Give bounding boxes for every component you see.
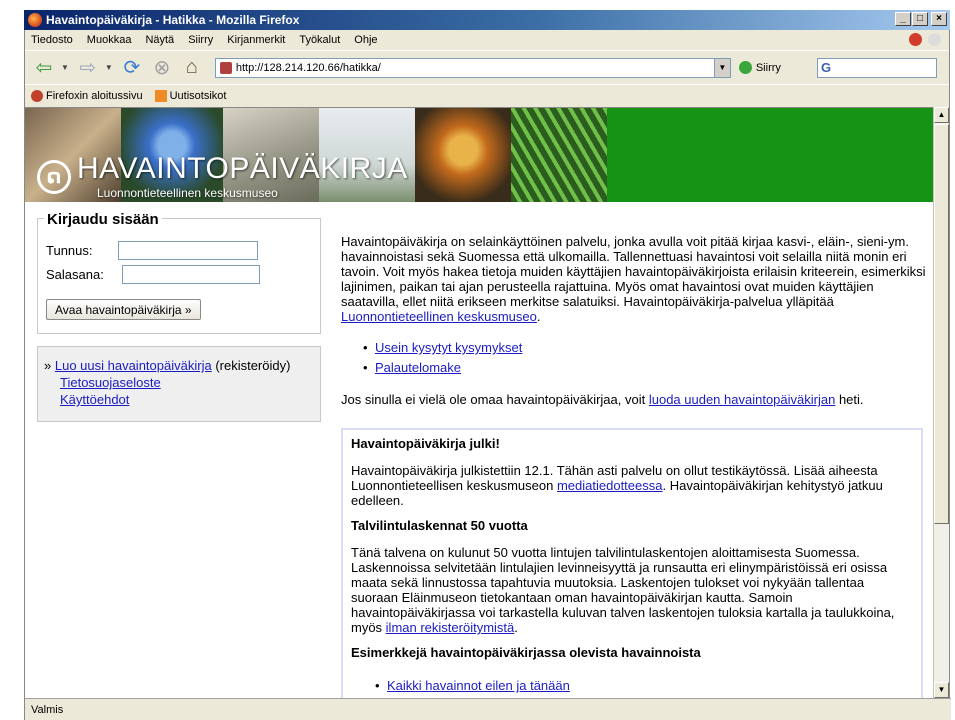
- bookmark-headlines[interactable]: Uutisotsikot: [154, 89, 227, 102]
- menu-help[interactable]: Ohje: [354, 34, 377, 46]
- forward-button[interactable]: ⇨: [75, 55, 101, 81]
- status-bar: Valmis: [25, 698, 951, 720]
- go-button[interactable]: Siirry: [738, 61, 781, 74]
- news-heading-3: Esimerkkejä havaintopäiväkirjassa olevis…: [351, 645, 701, 660]
- intro-paragraph: Havaintopäiväkirja on selainkäyttöinen p…: [341, 234, 931, 324]
- site-subtitle: Luonnontieteellinen keskusmuseo: [97, 186, 278, 200]
- main-content: Havaintopäiväkirja on selainkäyttöinen p…: [341, 234, 931, 407]
- signup-paragraph: Jos sinulla ei vielä ole omaa havaintopä…: [341, 392, 931, 407]
- list-item: Usein kysytyt kysymykset: [363, 338, 931, 358]
- bookmark-label: Firefoxin aloitussivu: [46, 89, 143, 102]
- menu-go[interactable]: Siirry: [188, 34, 213, 46]
- password-input[interactable]: [122, 265, 260, 284]
- google-search-icon: G: [821, 60, 832, 75]
- username-input[interactable]: [118, 241, 258, 260]
- search-input[interactable]: G: [817, 57, 937, 78]
- help-links-list: Usein kysytyt kysymykset Palautelomake: [363, 338, 931, 378]
- examples-list: Kaikki havainnot eilen ja tänään: [375, 678, 913, 693]
- menu-view[interactable]: Näytä: [145, 34, 174, 46]
- museum-logo-icon: ດ: [37, 160, 71, 194]
- username-label: Tunnus:: [46, 243, 93, 258]
- navigation-toolbar: ⇦ ▼ ⇨ ▼ ⟳ ⊗ ⌂ http://128.214.120.66/hati…: [25, 50, 949, 84]
- menu-tools[interactable]: Työkalut: [299, 34, 340, 46]
- bookmarks-toolbar: Firefoxin aloitussivu Uutisotsikot: [25, 84, 949, 106]
- news-box: Havaintopäiväkirja julki! Havaintopäiväk…: [341, 428, 923, 698]
- create-new-diary-link[interactable]: luoda uuden havaintopäiväkirjan: [649, 392, 835, 407]
- link-prefix: »: [44, 358, 52, 373]
- bookmark-firefox-start[interactable]: Firefoxin aloitussivu: [31, 89, 143, 102]
- maximize-button[interactable]: □: [912, 12, 928, 26]
- close-button[interactable]: ×: [931, 12, 947, 26]
- go-arrow-icon: [738, 61, 752, 74]
- news-paragraph-1: Havaintopäiväkirja julkistettiin 12.1. T…: [351, 463, 913, 508]
- firefox-icon: [28, 13, 42, 27]
- address-url: http://128.214.120.66/hatikka/: [235, 61, 381, 74]
- museum-link[interactable]: Luonnontieteellinen keskusmuseo: [341, 309, 537, 324]
- address-bar[interactable]: http://128.214.120.66/hatikka/: [214, 57, 715, 78]
- stop-button[interactable]: ⊗: [149, 55, 175, 81]
- site-banner: ດ HAVAINTOPÄIVÄKIRJA Luonnontieteellinen…: [25, 108, 935, 202]
- home-button[interactable]: ⌂: [179, 55, 205, 81]
- menu-file[interactable]: Tiedosto: [31, 34, 73, 46]
- login-box: Kirjaudu sisään Tunnus: Salasana: Avaa h…: [37, 211, 321, 334]
- firefox-bookmark-icon: [31, 89, 43, 102]
- feedback-form-link[interactable]: Palautelomake: [375, 360, 461, 375]
- without-registration-link[interactable]: ilman rekisteröitymistä: [386, 620, 515, 635]
- intro-end: .: [536, 309, 541, 324]
- page-viewport: ດ HAVAINTOPÄIVÄKIRJA Luonnontieteellinen…: [25, 107, 935, 698]
- rss-feed-icon: [154, 89, 167, 102]
- site-favicon-icon: [219, 61, 232, 74]
- throbber-icon: [928, 33, 941, 46]
- list-item: Palautelomake: [363, 358, 931, 378]
- forward-history-dropdown[interactable]: ▼: [105, 63, 113, 72]
- bookmark-label: Uutisotsikot: [169, 89, 227, 102]
- news-heading-2: Talvilintulaskennat 50 vuotta: [351, 518, 528, 533]
- window-controls: _ □ ×: [895, 12, 947, 26]
- privacy-policy-link[interactable]: Tietosuojaseloste: [60, 375, 161, 390]
- browser-window: Tiedosto Muokkaa Näytä Siirry Kirjanmerk…: [24, 30, 951, 720]
- status-text: Valmis: [31, 703, 64, 716]
- site-title: HAVAINTOPÄIVÄKIRJA: [77, 152, 408, 185]
- fern-photo: [511, 108, 607, 202]
- intro-text: Havaintopäiväkirja on selainkäyttöinen p…: [341, 234, 926, 309]
- menu-bookmarks[interactable]: Kirjanmerkit: [227, 34, 285, 46]
- news-heading-1: Havaintopäiväkirja julki!: [351, 436, 500, 451]
- vertical-scrollbar[interactable]: ▲ ▼: [933, 107, 949, 698]
- sidebar-links: » Luo uusi havaintopäiväkirja (rekisterö…: [37, 346, 321, 422]
- create-diary-row: » Luo uusi havaintopäiväkirja (rekisterö…: [44, 357, 314, 374]
- faq-link[interactable]: Usein kysytyt kysymykset: [375, 340, 522, 355]
- terms-of-use-link[interactable]: Käyttöehdot: [60, 392, 129, 407]
- menu-bar: Tiedosto Muokkaa Näytä Siirry Kirjanmerk…: [25, 30, 949, 50]
- signup-text: Jos sinulla ei vielä ole omaa havaintopä…: [341, 392, 649, 407]
- go-label: Siirry: [755, 61, 781, 74]
- password-label: Salasana:: [46, 267, 104, 282]
- back-button[interactable]: ⇦: [31, 55, 57, 81]
- minimize-button[interactable]: _: [895, 12, 911, 26]
- scroll-down-button[interactable]: ▼: [934, 682, 949, 698]
- list-item: Kaikki havainnot eilen ja tänään: [375, 678, 913, 693]
- scroll-thumb[interactable]: [934, 124, 949, 524]
- back-history-dropdown[interactable]: ▼: [61, 63, 69, 72]
- press-release-link[interactable]: mediatiedotteessa: [557, 478, 663, 493]
- menu-edit[interactable]: Muokkaa: [87, 34, 132, 46]
- create-diary-link[interactable]: Luo uusi havaintopäiväkirja: [55, 358, 212, 373]
- login-heading: Kirjaudu sisään: [44, 211, 162, 228]
- login-button[interactable]: Avaa havaintopäiväkirja »: [46, 299, 201, 320]
- scroll-up-button[interactable]: ▲: [934, 107, 949, 123]
- news-end-2: .: [514, 620, 518, 635]
- all-observations-link[interactable]: Kaikki havainnot eilen ja tänään: [387, 678, 570, 693]
- signup-end: heti.: [835, 392, 864, 407]
- stop-loading-icon[interactable]: [909, 33, 922, 46]
- register-note: (rekisteröidy): [215, 358, 291, 373]
- window-titlebar: Havaintopäiväkirja - Hatikka - Mozilla F…: [24, 10, 950, 30]
- news-paragraph-2: Tänä talvena on kulunut 50 vuotta lintuj…: [351, 545, 913, 635]
- reload-button[interactable]: ⟳: [119, 55, 145, 81]
- address-history-dropdown[interactable]: ▼: [714, 57, 731, 78]
- mushroom-photo: [415, 108, 511, 202]
- window-title: Havaintopäiväkirja - Hatikka - Mozilla F…: [46, 13, 300, 27]
